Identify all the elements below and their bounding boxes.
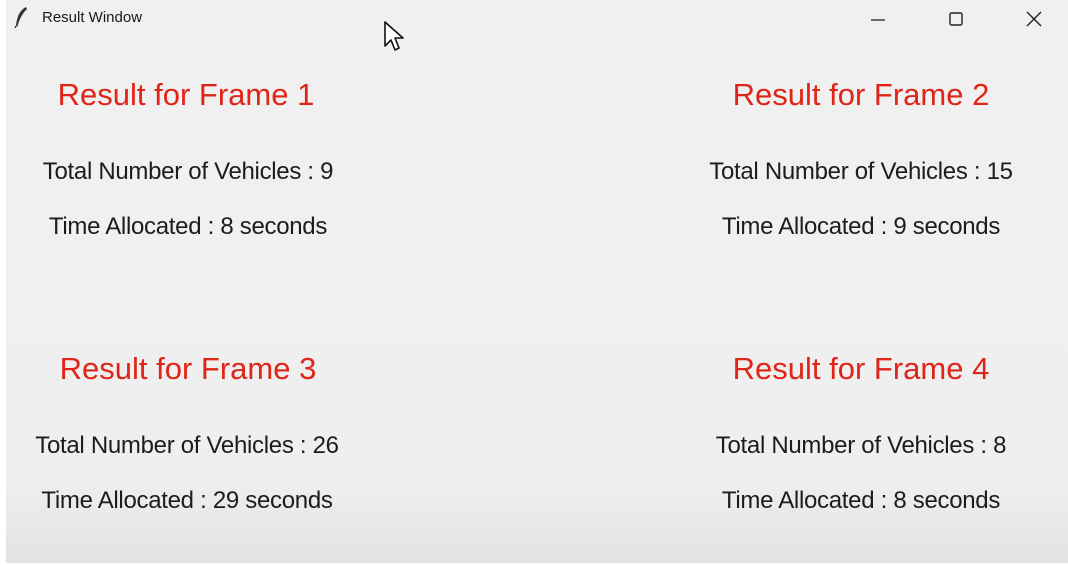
feather-icon bbox=[14, 7, 27, 28]
frame-1-title: Result for Frame 1 bbox=[57, 77, 315, 112]
minimize-button[interactable] bbox=[852, 0, 904, 38]
frame-2-time: Time Allocated : 9 seconds bbox=[721, 213, 1001, 240]
frame-3-vehicles: Total Number of Vehicles : 26 bbox=[35, 432, 339, 459]
frame-3-title: Result for Frame 3 bbox=[59, 351, 317, 386]
title-bar[interactable]: Result Window bbox=[6, 0, 1068, 40]
frame-4-title: Result for Frame 4 bbox=[732, 351, 990, 386]
minimize-icon bbox=[871, 19, 885, 21]
mouse-cursor-icon bbox=[384, 21, 404, 51]
frame-3-time: Time Allocated : 29 seconds bbox=[41, 487, 333, 514]
frame-4-vehicles: Total Number of Vehicles : 8 bbox=[715, 432, 1007, 459]
frame-1-time: Time Allocated : 8 seconds bbox=[48, 213, 328, 240]
maximize-icon bbox=[949, 12, 963, 26]
frame-4-time: Time Allocated : 8 seconds bbox=[721, 487, 1001, 514]
close-button[interactable] bbox=[1008, 0, 1060, 38]
frame-1-vehicles: Total Number of Vehicles : 9 bbox=[42, 158, 334, 185]
result-window: Result Window Result for Frame 1 Total N… bbox=[6, 0, 1068, 563]
window-title: Result Window bbox=[42, 9, 143, 26]
frame-2-vehicles: Total Number of Vehicles : 15 bbox=[709, 158, 1013, 185]
close-icon bbox=[1026, 11, 1042, 27]
frame-2-title: Result for Frame 2 bbox=[732, 77, 990, 112]
maximize-button[interactable] bbox=[930, 0, 982, 38]
